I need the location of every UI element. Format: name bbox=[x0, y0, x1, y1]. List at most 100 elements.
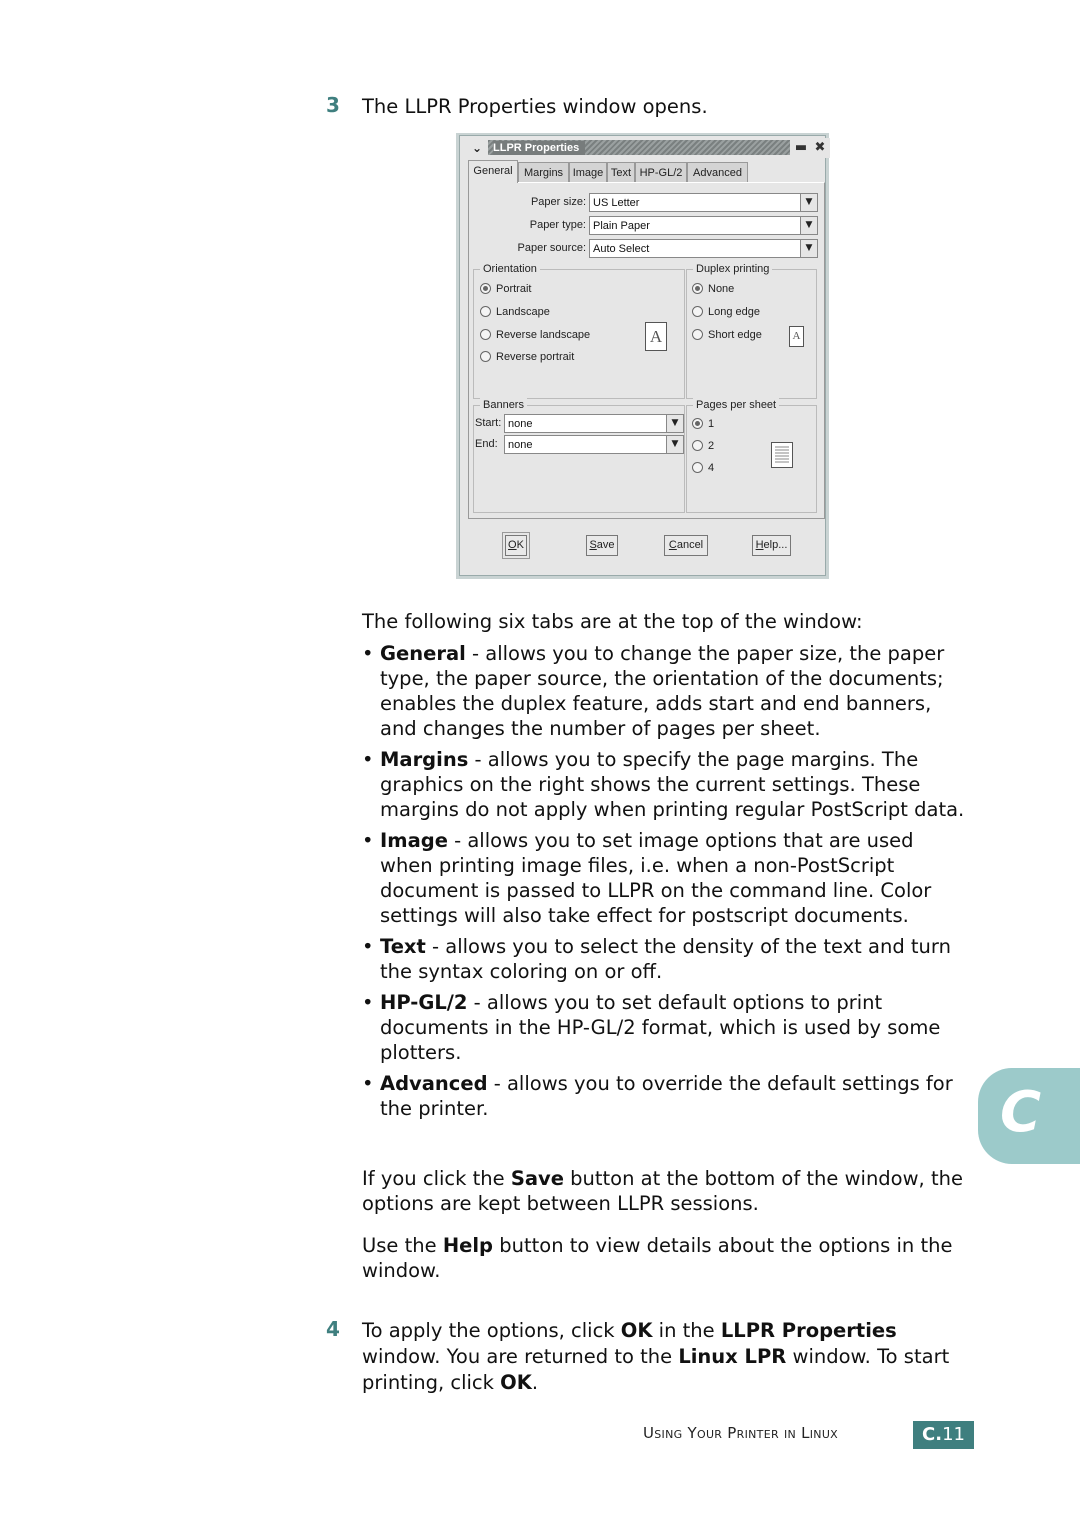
text: If you click the bbox=[362, 1167, 511, 1190]
list-item: • Image - allows you to set image options… bbox=[362, 829, 932, 927]
minimize-icon[interactable]: ▬ bbox=[792, 140, 810, 156]
pages-per-sheet-group: Pages per sheet 1 2 4 bbox=[686, 398, 817, 513]
tab-text[interactable]: Text bbox=[607, 162, 635, 182]
bold-text: Help bbox=[442, 1234, 494, 1257]
radio-button[interactable] bbox=[480, 306, 491, 317]
radio-button[interactable] bbox=[692, 440, 703, 451]
radio-label: 2 bbox=[708, 440, 715, 452]
tab-advanced[interactable]: Advanced bbox=[687, 162, 748, 182]
paper-source-label: Paper source: bbox=[517, 242, 586, 254]
radio-label: Short edge bbox=[708, 329, 762, 341]
window-body: ⌄ LLPR Properties ▬ ✖ General Margins Im… bbox=[459, 135, 830, 576]
bold-text: OK bbox=[500, 1371, 532, 1394]
bullet-term: HP-GL/2 bbox=[380, 991, 468, 1014]
help-paragraph: Use the Help button to view details abou… bbox=[362, 1233, 972, 1283]
duplex-preview-icon: A bbox=[789, 326, 804, 347]
radio-label: Landscape bbox=[496, 306, 550, 318]
chevron-down-icon[interactable]: ▼ bbox=[666, 415, 683, 432]
radio-button[interactable] bbox=[692, 418, 703, 429]
chevron-down-icon[interactable]: ▼ bbox=[800, 194, 817, 211]
pages-layout-preview-icon bbox=[771, 442, 793, 468]
tabs-intro: The following six tabs are at the top of… bbox=[362, 610, 863, 633]
step-number: 3 bbox=[326, 93, 340, 117]
paper-size-label: Paper size: bbox=[530, 196, 586, 208]
cancel-button[interactable]: Cancel bbox=[664, 535, 708, 556]
close-icon[interactable]: ✖ bbox=[811, 140, 829, 156]
page-prefix: C. bbox=[922, 1424, 943, 1445]
tab-general[interactable]: General bbox=[468, 160, 518, 183]
pages-per-sheet-title: Pages per sheet bbox=[693, 398, 780, 412]
banner-start-label: Start: bbox=[475, 417, 502, 429]
paper-type-label: Paper type: bbox=[529, 219, 586, 231]
list-item: • Margins - allows you to specify the pag… bbox=[362, 748, 965, 821]
paper-size-value: US Letter bbox=[593, 197, 640, 209]
chapter-letter: C bbox=[1000, 1080, 1042, 1145]
banner-end-value: none bbox=[508, 439, 533, 451]
button-label: ave bbox=[596, 539, 615, 551]
paper-source-select[interactable]: Auto Select ▼ bbox=[589, 239, 818, 258]
banner-start-select[interactable]: none ▼ bbox=[504, 414, 684, 433]
paper-type-value: Plain Paper bbox=[593, 220, 650, 232]
title-bar[interactable]: ⌄ LLPR Properties ▬ ✖ bbox=[464, 138, 830, 158]
llpr-properties-window: ⌄ LLPR Properties ▬ ✖ General Margins Im… bbox=[456, 133, 830, 579]
text-lines-icon bbox=[775, 446, 789, 463]
bullet-term: Margins bbox=[380, 748, 469, 771]
bullet-term: Advanced bbox=[380, 1072, 488, 1095]
radio-label: Long edge bbox=[708, 306, 760, 318]
bold-text: LLPR Properties bbox=[720, 1319, 897, 1342]
list-item: • Text - allows you to select the density… bbox=[362, 935, 951, 983]
radio-button[interactable] bbox=[692, 283, 703, 294]
chevron-down-icon[interactable]: ⌄ bbox=[468, 141, 486, 156]
dialog-button-row: OK Save Cancel Help... bbox=[460, 524, 827, 574]
text: . bbox=[531, 1371, 539, 1394]
radio-label: None bbox=[708, 283, 735, 295]
mnemonic: C bbox=[668, 539, 677, 551]
help-button[interactable]: Help... bbox=[752, 535, 791, 556]
save-button[interactable]: Save bbox=[586, 535, 618, 556]
radio-button[interactable] bbox=[480, 329, 491, 340]
bullet-text: - allows you to set image options that a… bbox=[380, 829, 932, 927]
radio-button[interactable] bbox=[480, 351, 491, 362]
radio-button[interactable] bbox=[480, 283, 491, 294]
button-label: ancel bbox=[676, 539, 704, 551]
banners-title: Banners bbox=[480, 398, 527, 412]
tab-descriptions-list: • General - allows you to change the pape… bbox=[362, 641, 972, 1127]
orientation-group: Orientation Portrait Landscape Reverse l… bbox=[473, 262, 685, 399]
text: To apply the options, click bbox=[362, 1319, 621, 1342]
bold-text: OK bbox=[620, 1319, 653, 1342]
page-number: 11 bbox=[942, 1424, 965, 1445]
button-label: K bbox=[516, 539, 524, 551]
radio-button[interactable] bbox=[692, 462, 703, 473]
orientation-title: Orientation bbox=[480, 262, 540, 276]
text: Use the bbox=[362, 1234, 443, 1257]
window-title: LLPR Properties bbox=[493, 141, 586, 155]
chevron-down-icon[interactable]: ▼ bbox=[800, 217, 817, 234]
radio-button[interactable] bbox=[692, 329, 703, 340]
list-item: • HP-GL/2 - allows you to set default opt… bbox=[362, 991, 941, 1064]
text: in the bbox=[652, 1319, 721, 1342]
bullet-term: Image bbox=[380, 829, 448, 852]
radio-label: 4 bbox=[708, 462, 715, 474]
mnemonic: H bbox=[755, 539, 764, 551]
tab-image[interactable]: Image bbox=[569, 162, 607, 182]
chevron-down-icon[interactable]: ▼ bbox=[666, 436, 683, 453]
radio-label: Reverse landscape bbox=[496, 329, 591, 341]
banner-end-select[interactable]: none ▼ bbox=[504, 435, 684, 454]
tab-margins[interactable]: Margins bbox=[518, 162, 569, 182]
step-number: 4 bbox=[326, 1317, 340, 1341]
page-preview-icon: A bbox=[645, 322, 667, 351]
mnemonic: O bbox=[508, 539, 517, 551]
banner-start-value: none bbox=[508, 418, 533, 430]
radio-label: 1 bbox=[708, 418, 715, 430]
duplex-group: Duplex printing None Long edge Short edg… bbox=[686, 262, 817, 399]
radio-button[interactable] bbox=[692, 306, 703, 317]
paper-type-select[interactable]: Plain Paper ▼ bbox=[589, 216, 818, 235]
mnemonic: S bbox=[589, 539, 597, 551]
radio-label: Portrait bbox=[496, 283, 532, 295]
paper-size-select[interactable]: US Letter ▼ bbox=[589, 193, 818, 212]
chevron-down-icon[interactable]: ▼ bbox=[800, 240, 817, 257]
tab-hpgl2[interactable]: HP-GL/2 bbox=[635, 162, 687, 182]
ok-button[interactable]: OK bbox=[502, 532, 530, 559]
duplex-title: Duplex printing bbox=[693, 262, 773, 276]
button-label: elp... bbox=[763, 539, 788, 551]
